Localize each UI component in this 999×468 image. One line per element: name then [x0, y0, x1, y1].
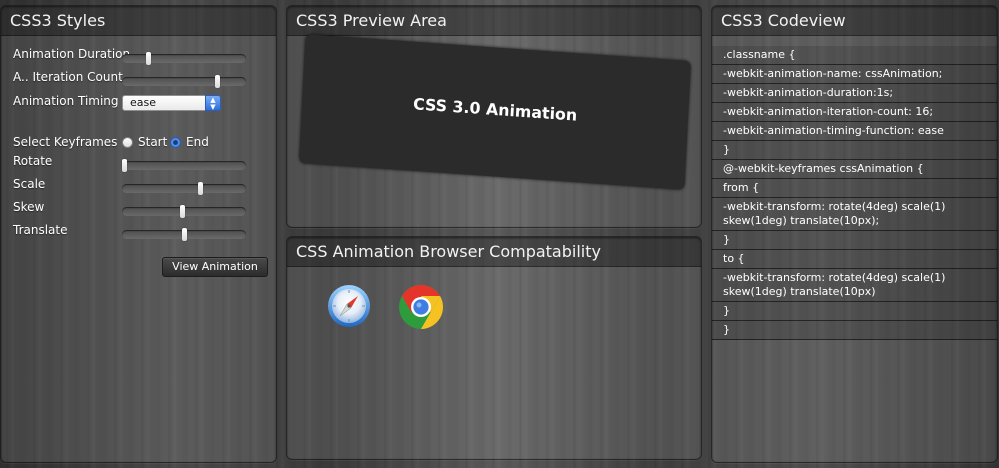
code-line: }	[712, 231, 997, 250]
browser-compatibility-panel: CSS Animation Browser Compatability	[286, 236, 702, 460]
keyframe-end-radio[interactable]	[170, 137, 181, 148]
select-keyframes-label: Select Keyframes	[13, 135, 118, 149]
code-line: }	[712, 321, 997, 340]
skew-slider[interactable]	[122, 205, 246, 218]
rotate-slider-thumb[interactable]	[122, 159, 127, 172]
keyframe-end-label: End	[186, 135, 209, 149]
code-line: }	[712, 141, 997, 160]
compat-panel-title: CSS Animation Browser Compatability	[287, 237, 701, 267]
keyframe-start-label: Start	[138, 135, 168, 149]
css3-codeview-panel: CSS3 Codeview .classname { -webkit-anima…	[711, 5, 998, 463]
safari-icon	[328, 285, 370, 327]
code-line: -webkit-animation-timing-function: ease	[712, 122, 997, 141]
chrome-icon	[399, 285, 443, 329]
code-line: from {	[712, 179, 997, 198]
code-line: .classname {	[712, 46, 997, 65]
iteration-count-label: A.. Iteration Count	[13, 70, 123, 84]
css3-preview-panel: CSS3 Preview Area CSS 3.0 Animation	[286, 5, 702, 228]
preview-panel-title: CSS3 Preview Area	[287, 6, 701, 36]
animation-preview-box: CSS 3.0 Animation	[299, 34, 691, 190]
code-panel-title: CSS3 Codeview	[712, 6, 997, 36]
rotate-label: Rotate	[13, 154, 53, 168]
translate-label: Translate	[13, 223, 68, 237]
skew-slider-thumb[interactable]	[180, 205, 185, 218]
code-line: -webkit-transform: rotate(4deg) scale(1)…	[712, 198, 997, 231]
view-animation-button[interactable]: View Animation	[162, 257, 268, 277]
code-line: -webkit-transform: rotate(4deg) scale(1)…	[712, 269, 997, 302]
scale-slider[interactable]	[122, 182, 246, 195]
keyframe-start-radio[interactable]	[122, 137, 133, 148]
animation-timing-select[interactable]: ease ▲ ▼	[122, 95, 221, 111]
iteration-count-slider-thumb[interactable]	[215, 75, 220, 88]
rotate-slider[interactable]	[122, 159, 246, 172]
scale-slider-thumb[interactable]	[198, 182, 203, 195]
animation-timing-label: Animation Timing	[13, 94, 119, 108]
animation-duration-slider[interactable]	[122, 52, 246, 65]
animation-preview-text: CSS 3.0 Animation	[412, 94, 578, 125]
code-line: -webkit-animation-duration:1s;	[712, 84, 997, 103]
animation-duration-slider-thumb[interactable]	[146, 52, 151, 65]
iteration-count-slider[interactable]	[122, 75, 246, 88]
code-line: -webkit-animation-iteration-count: 16;	[712, 103, 997, 122]
translate-slider[interactable]	[122, 228, 246, 241]
scale-label: Scale	[13, 177, 46, 191]
translate-slider-thumb[interactable]	[182, 228, 187, 241]
animation-duration-label: Animation Duration	[13, 47, 131, 61]
css3-styles-panel: CSS3 Styles Animation Duration A.. Itera…	[0, 5, 277, 463]
skew-label: Skew	[13, 200, 45, 214]
styles-panel-title: CSS3 Styles	[1, 6, 276, 36]
code-line: -webkit-animation-name: cssAnimation;	[712, 65, 997, 84]
animation-timing-value: ease	[130, 96, 157, 109]
code-line: }	[712, 302, 997, 321]
code-line: to {	[712, 250, 997, 269]
code-line: @-webkit-keyframes cssAnimation {	[712, 160, 997, 179]
code-lines-list: .classname { -webkit-animation-name: css…	[712, 36, 997, 340]
select-arrows-icon: ▲ ▼	[205, 95, 221, 111]
